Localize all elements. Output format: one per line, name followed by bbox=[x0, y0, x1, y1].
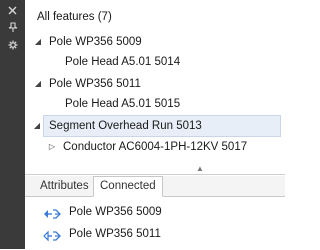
splitter-up-arrow-icon[interactable]: ▲ bbox=[196, 164, 204, 173]
collapsed-arrow-icon[interactable]: ▷ bbox=[47, 137, 57, 157]
expanded-arrow-icon[interactable]: ◢ bbox=[33, 32, 43, 52]
sidebar bbox=[0, 0, 25, 249]
close-icon[interactable] bbox=[0, 2, 25, 18]
tree-item-pole-head-5014[interactable]: Pole Head A5.01 5014 bbox=[25, 52, 285, 72]
list-item[interactable]: Pole WP356 5009 bbox=[25, 201, 285, 223]
tree-item-label: Pole Head A5.01 5014 bbox=[65, 56, 181, 68]
tree-item-segment-5013[interactable]: ◢ Segment Overhead Run 5013 bbox=[34, 115, 281, 137]
pin-icon[interactable] bbox=[0, 19, 25, 35]
connected-list: Pole WP356 5009 Pole WP356 5011 bbox=[25, 197, 285, 249]
tree-item-pole-5011[interactable]: ◢ Pole WP356 5011 bbox=[25, 74, 285, 94]
expanded-arrow-icon[interactable]: ◢ bbox=[32, 116, 42, 136]
tree-item-label: Segment Overhead Run 5013 bbox=[49, 120, 202, 132]
tree-item-conductor-5017[interactable]: ▷ Conductor AC6004-1PH-12KV 5017 bbox=[25, 137, 285, 157]
tree-item-pole-5009[interactable]: ◢ Pole WP356 5009 bbox=[25, 32, 285, 52]
panel-title: All features (7) bbox=[37, 11, 112, 23]
tree-item-label: Pole WP356 5009 bbox=[49, 36, 142, 48]
splitter[interactable] bbox=[25, 174, 285, 175]
expanded-arrow-icon[interactable]: ◢ bbox=[33, 74, 43, 94]
tree-item-pole-head-5015[interactable]: Pole Head A5.01 5015 bbox=[25, 94, 285, 114]
list-item[interactable]: Pole WP356 5011 bbox=[25, 223, 285, 245]
feature-panel: All features (7) ◢ Pole WP356 5009 Pole … bbox=[25, 0, 285, 249]
tree-item-label: Pole WP356 5011 bbox=[49, 78, 141, 90]
tab-bar: Attributes Connected bbox=[25, 176, 285, 197]
settings-icon[interactable] bbox=[0, 37, 25, 53]
list-item-label: Pole WP356 5011 bbox=[69, 228, 161, 240]
connection-icon bbox=[43, 206, 63, 219]
tab-connected[interactable]: Connected bbox=[93, 176, 163, 197]
list-item-label: Pole WP356 5009 bbox=[69, 206, 162, 218]
tree-item-label: Conductor AC6004-1PH-12KV 5017 bbox=[63, 141, 248, 153]
tree-item-label: Pole Head A5.01 5015 bbox=[65, 98, 181, 110]
connection-icon bbox=[43, 228, 63, 242]
tab-attributes[interactable]: Attributes bbox=[33, 176, 96, 197]
